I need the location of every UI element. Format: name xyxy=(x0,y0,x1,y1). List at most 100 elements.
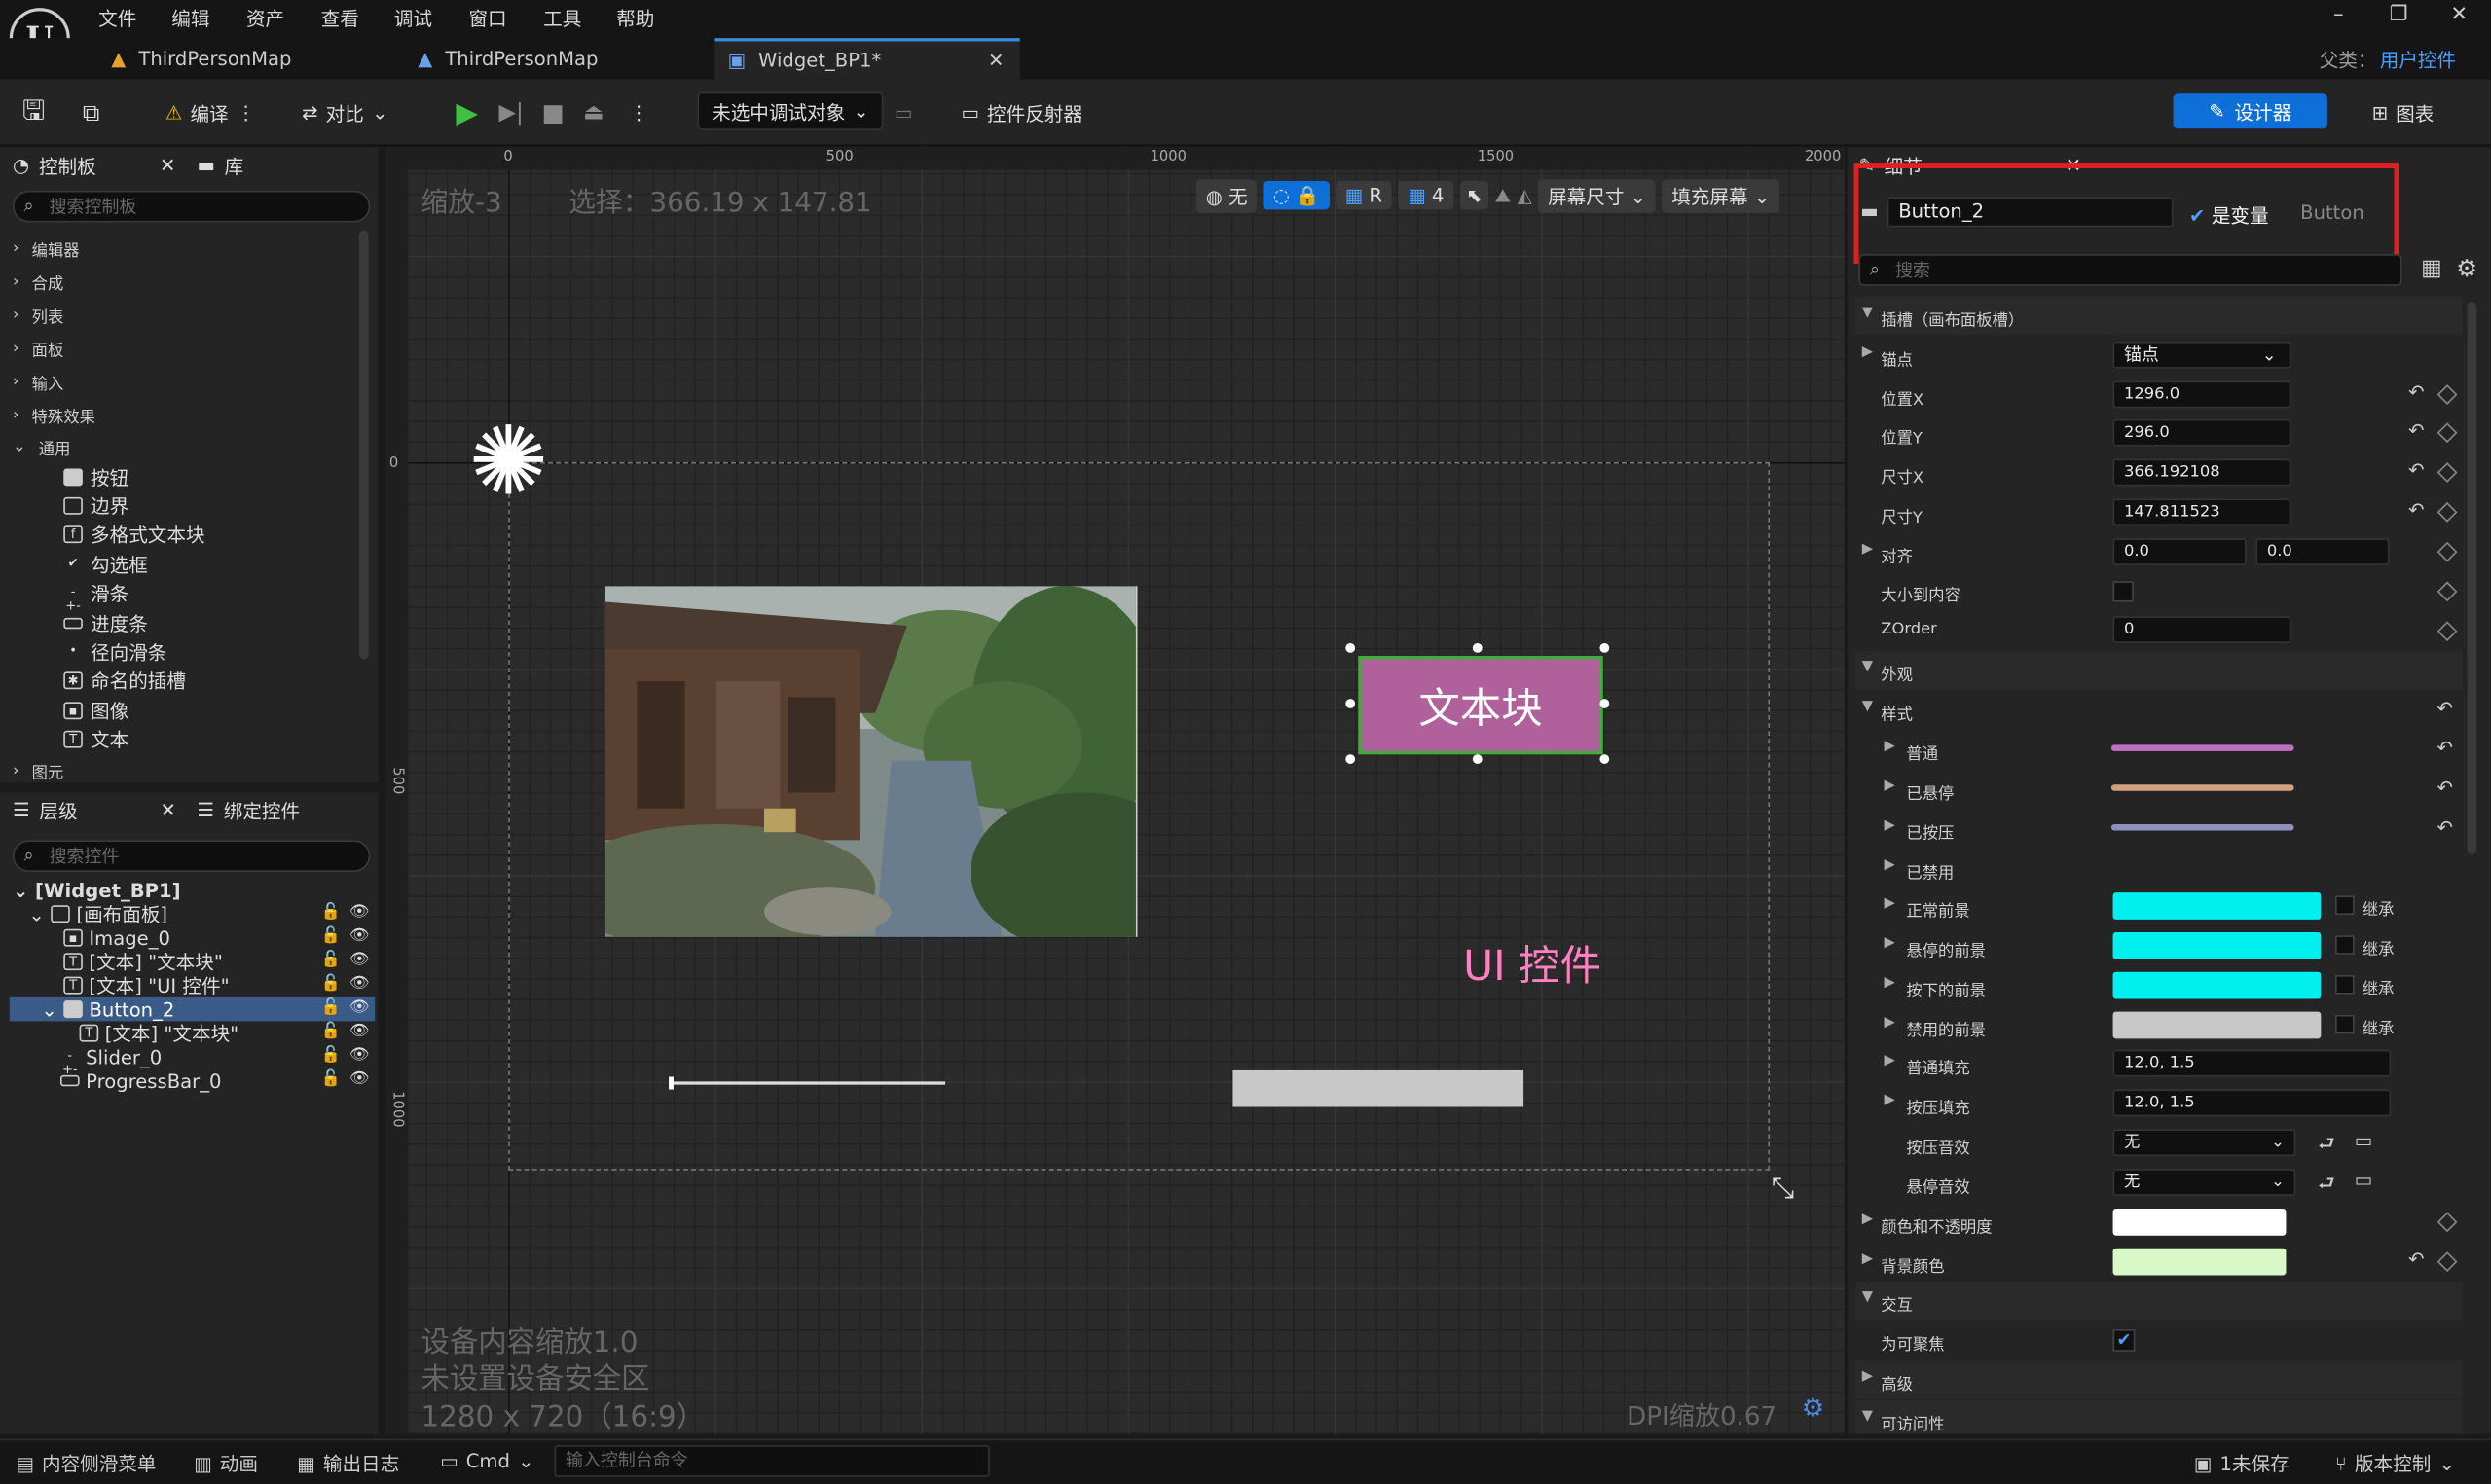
hovered-brush-swatch[interactable] xyxy=(2110,784,2294,791)
hierarchy-item-slider[interactable]: -+- Slider_0 xyxy=(60,1045,162,1077)
hover-sound-dropdown[interactable]: 无 ⌄ xyxy=(2112,1169,2296,1196)
lock-icon[interactable]: 🔓 xyxy=(321,904,341,922)
palette-item-radial-slider[interactable]: • 径向滑条 xyxy=(63,638,166,666)
step-icon[interactable]: ▶| xyxy=(498,97,523,129)
reset-icon[interactable]: ↶ xyxy=(2408,1249,2424,1271)
chevron-right-icon[interactable]: ▶ xyxy=(1885,935,1895,951)
reset-icon[interactable]: ↶ xyxy=(2436,737,2452,759)
resize-handle[interactable] xyxy=(1599,699,1610,708)
close-tab-icon[interactable]: ✕ xyxy=(988,50,1004,72)
lock-aspect-button[interactable]: ◌ 🔒 xyxy=(1263,181,1330,210)
chevron-right-icon[interactable]: ▶ xyxy=(1885,739,1895,754)
use-selected-icon[interactable]: ⮐ xyxy=(2318,1129,2335,1162)
reset-icon[interactable]: ↶ xyxy=(2408,459,2424,482)
section-accessibility[interactable]: ▼ 可访问性 xyxy=(1855,1400,2463,1434)
zorder-input[interactable]: 0 xyxy=(2112,616,2291,643)
palette-item-progressbar[interactable]: 进度条 xyxy=(63,610,148,637)
hierarchy-root[interactable]: ⌄ [Widget_BP1] xyxy=(13,878,181,901)
resize-handle[interactable] xyxy=(1599,754,1610,764)
compile-button[interactable]: ⚠ 编译 ⋮ xyxy=(165,97,256,129)
section-interaction[interactable]: ▼ 交互 xyxy=(1855,1282,2463,1321)
minimize-icon[interactable]: – xyxy=(2323,3,2355,26)
anchor-dropdown[interactable]: 锚点 ⌄ xyxy=(2112,341,2291,369)
button-widget[interactable]: 文本块 xyxy=(1358,656,1603,755)
palette-search-input[interactable]: ⌕ 搜索控制板 xyxy=(13,190,371,223)
reset-icon[interactable]: ↶ xyxy=(2436,777,2452,799)
bind-widgets-tab[interactable]: ☰ 绑定控件 xyxy=(197,792,300,827)
chevron-right-icon[interactable]: ▶ xyxy=(1862,542,1873,558)
hierarchy-item-button[interactable]: ⌄ Button_2 xyxy=(41,997,174,1021)
hierarchy-item-canvas[interactable]: ⌄ [画布面板] xyxy=(28,902,167,926)
image-widget[interactable] xyxy=(604,586,1138,937)
normal-foreground-swatch[interactable] xyxy=(2112,892,2322,920)
locale-button[interactable]: ◍ 无 xyxy=(1195,178,1258,212)
section-advanced[interactable]: ▶ 高级 xyxy=(1855,1360,2463,1399)
hierarchy-item-progressbar[interactable]: ProgressBar_0 xyxy=(60,1068,221,1092)
chevron-right-icon[interactable]: ▶ xyxy=(1885,817,1895,833)
menu-window[interactable]: 窗口 xyxy=(468,5,506,32)
section-slot[interactable]: ▼ 插槽（画布面板槽） xyxy=(1855,297,2463,336)
browse-asset-icon[interactable]: ▭ xyxy=(2355,1129,2373,1151)
hierarchy-item-text-2[interactable]: T [文本] "UI 控件" xyxy=(63,973,230,997)
normal-brush-swatch[interactable] xyxy=(2110,744,2294,751)
inherit-checkbox[interactable] xyxy=(2335,1014,2355,1034)
resize-handle[interactable] xyxy=(1472,642,1483,653)
ui-text-widget[interactable]: UI 控件 xyxy=(1463,934,1601,993)
palette-tab[interactable]: ◔ 控制板 ✕ xyxy=(13,148,175,183)
unsaved-button[interactable]: ▣ 1未保存 xyxy=(2194,1450,2290,1477)
restore-icon[interactable]: ❐ xyxy=(2383,3,2415,26)
pointer-button[interactable]: ⬉ xyxy=(1459,181,1489,210)
details-scrollbar[interactable] xyxy=(2467,302,2477,855)
press-sound-dropdown[interactable]: 无 ⌄ xyxy=(2112,1129,2296,1157)
save-icon[interactable]: 🖫 xyxy=(22,94,46,129)
fill-screen-dropdown[interactable]: 填充屏幕 ⌄ xyxy=(1662,178,1780,212)
landscape-icon[interactable]: ⛰ xyxy=(1495,183,1511,206)
menu-help[interactable]: 帮助 xyxy=(616,5,654,32)
eye-icon[interactable]: 👁 xyxy=(349,1046,370,1064)
close-icon[interactable]: ✕ xyxy=(160,799,175,821)
align-x-input[interactable]: 0.0 xyxy=(2112,538,2247,565)
close-window-icon[interactable]: ✕ xyxy=(2443,3,2475,26)
menu-view[interactable]: 查看 xyxy=(321,5,359,32)
palette-item-image[interactable]: ▪ 图像 xyxy=(63,697,128,724)
chevron-right-icon[interactable]: ▶ xyxy=(1885,895,1895,911)
focusable-checkbox[interactable]: ✔ xyxy=(2112,1328,2136,1352)
menu-file[interactable]: 文件 xyxy=(98,5,136,32)
palette-scrollbar[interactable] xyxy=(358,230,369,660)
category-panel[interactable]: › 面板 xyxy=(13,337,63,360)
menu-edit[interactable]: 编辑 xyxy=(171,5,209,32)
table-view-icon[interactable]: ▦ xyxy=(2421,256,2442,281)
content-drawer-button[interactable]: ▤ 内容侧滑菜单 xyxy=(16,1450,156,1477)
menu-asset[interactable]: 资产 xyxy=(246,5,284,32)
resize-handle[interactable] xyxy=(1345,699,1356,708)
pressed-padding-input[interactable]: 12.0, 1.5 xyxy=(2112,1089,2392,1117)
category-primitive[interactable]: › 图元 xyxy=(13,759,63,782)
lock-icon[interactable]: 🔓 xyxy=(321,999,341,1017)
inherit-checkbox[interactable] xyxy=(2335,895,2355,916)
hierarchy-item-text-1[interactable]: T [文本] "文本块" xyxy=(63,950,223,973)
lock-icon[interactable]: 🔓 xyxy=(321,927,341,945)
triangle-icon[interactable]: ◭ xyxy=(1518,184,1532,206)
debug-browse-icon[interactable]: ▭ xyxy=(895,97,913,129)
slider-widget[interactable] xyxy=(669,1081,946,1085)
bg-color-swatch[interactable] xyxy=(2112,1248,2287,1276)
reset-icon[interactable]: ↶ xyxy=(2408,381,2424,404)
lock-icon[interactable]: 🔓 xyxy=(321,1070,341,1088)
resize-handle[interactable] xyxy=(1472,754,1483,764)
resize-corner-icon[interactable]: ⤡ xyxy=(1772,1172,1795,1205)
tab-widget-bp[interactable]: ▣ Widget_BP1* ✕ xyxy=(714,38,1020,80)
screen-size-dropdown[interactable]: 屏幕尺寸 ⌄ xyxy=(1538,178,1656,212)
lock-icon[interactable]: 🔓 xyxy=(321,952,341,969)
palette-item-slider[interactable]: -+- 滑条 xyxy=(63,580,128,613)
console-input[interactable]: 输入控制台命令 xyxy=(554,1445,990,1477)
widget-name-input[interactable]: Button_2 xyxy=(1887,197,2174,228)
pos-x-input[interactable]: 1296.0 xyxy=(2112,380,2291,409)
diff-button[interactable]: ⇄ 对比 ⌄ xyxy=(302,97,387,129)
category-composite[interactable]: › 合成 xyxy=(13,270,63,294)
palette-item-button[interactable]: 按钮 xyxy=(63,464,128,491)
graph-button[interactable]: ⊞ 图表 xyxy=(2372,97,2435,129)
browse-asset-icon[interactable]: ▭ xyxy=(2355,1169,2373,1191)
browse-icon[interactable]: ⧉ xyxy=(83,97,99,129)
anchor-icon[interactable]: ✺ xyxy=(460,415,556,510)
chevron-right-icon[interactable]: ▶ xyxy=(1885,857,1895,873)
